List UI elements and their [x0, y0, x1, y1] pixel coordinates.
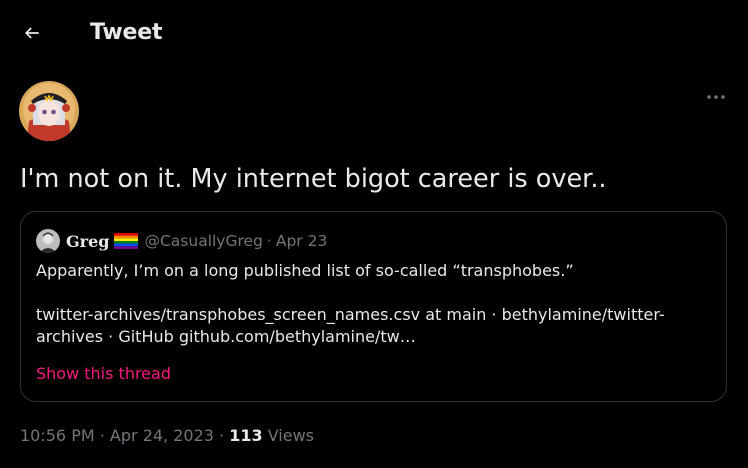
header-separator: ·: [266, 232, 272, 250]
rainbow-flag-icon: [114, 233, 139, 249]
quoted-author-avatar: [36, 229, 60, 253]
tweet-meta: 10:56 PM · Apr 24, 2023 · 113 Views: [20, 425, 314, 447]
back-button[interactable]: [14, 15, 50, 51]
quoted-tweet-card[interactable]: Greg @CasuallyGreg · Apr 23 Apparently, …: [20, 211, 727, 402]
views-label[interactable]: Views: [263, 426, 314, 445]
avatar-anime-character-icon: [19, 81, 79, 141]
more-options-button[interactable]: [700, 84, 732, 110]
views-count: 113: [229, 426, 263, 445]
show-thread-link[interactable]: Show this thread: [36, 363, 171, 385]
more-horizontal-icon: [707, 95, 725, 99]
meta-separator: ·: [94, 426, 110, 445]
meta-separator: ·: [213, 426, 230, 445]
quoted-tweet-link[interactable]: twitter-archives/transphobes_screen_name…: [36, 304, 721, 348]
tweet-time[interactable]: 10:56 PM: [20, 426, 95, 445]
tweet-text: I'm not on it. My internet bigot career …: [20, 164, 607, 194]
quoted-author-name: Greg: [66, 231, 110, 251]
avatar-portrait-icon: [36, 229, 60, 253]
quoted-tweet-date[interactable]: Apr 23: [276, 232, 327, 250]
quoted-tweet-body: Apparently, I’m on a long published list…: [36, 260, 716, 348]
quoted-author-handle: @CasuallyGreg: [144, 232, 263, 250]
arrow-left-icon: [24, 27, 39, 39]
page-header: Tweet: [0, 0, 748, 66]
tweet-date[interactable]: Apr 24, 2023: [110, 426, 214, 445]
page-title: Tweet: [90, 20, 163, 45]
author-avatar[interactable]: [19, 81, 79, 141]
quoted-tweet-text: Apparently, I’m on a long published list…: [36, 261, 574, 280]
quoted-tweet-header: Greg @CasuallyGreg · Apr 23: [36, 229, 327, 253]
